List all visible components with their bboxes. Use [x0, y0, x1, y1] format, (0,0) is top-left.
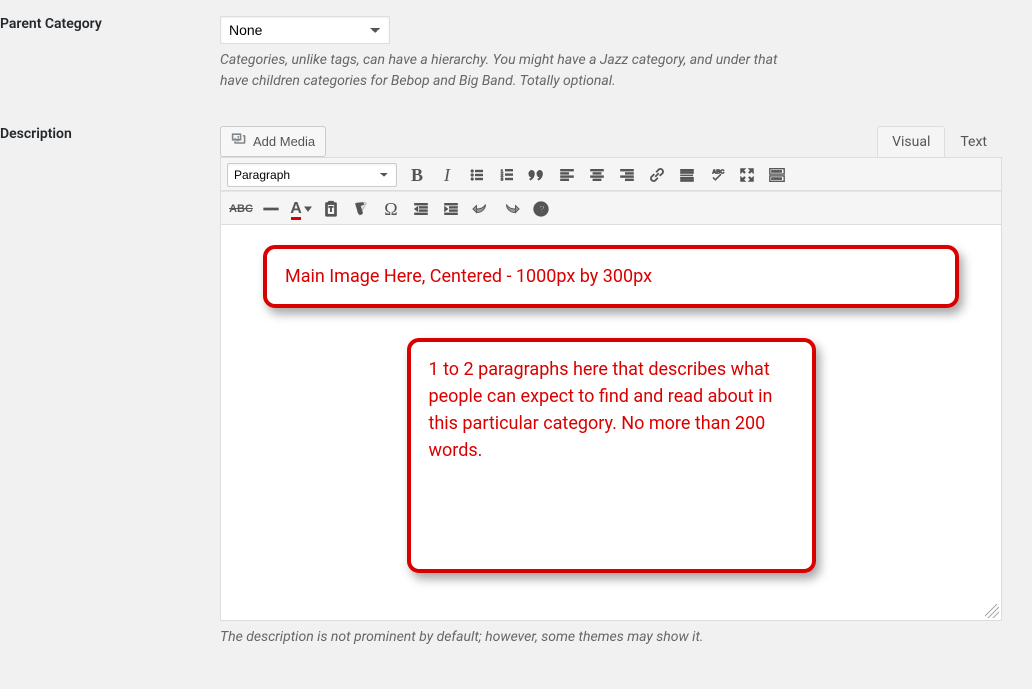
parent-category-help: Categories, unlike tags, can have a hier… — [220, 50, 780, 92]
toolbar-row-2: ABC A T Ω ? — [221, 191, 1001, 225]
parent-category-select[interactable]: None — [220, 16, 390, 44]
blockquote-icon[interactable] — [523, 162, 551, 188]
editor-canvas[interactable]: Main Image Here, Centered - 1000px by 30… — [221, 225, 1001, 620]
clear-format-icon[interactable] — [347, 196, 375, 222]
indent-icon[interactable] — [437, 196, 465, 222]
read-more-icon[interactable] — [673, 162, 701, 188]
help-icon[interactable]: ? — [527, 196, 555, 222]
toolbar-row-1: Paragraph B I 123 ABC — [221, 158, 1001, 191]
svg-text:T: T — [329, 205, 334, 214]
parent-category-row: Parent Category None Categories, unlike … — [0, 0, 1032, 110]
special-char-icon[interactable]: Ω — [377, 196, 405, 222]
add-media-label: Add Media — [253, 133, 315, 151]
parent-category-label: Parent Category — [0, 0, 220, 32]
description-label: Description — [0, 110, 220, 142]
add-media-button[interactable]: Add Media — [220, 126, 326, 157]
link-icon[interactable] — [643, 162, 671, 188]
align-center-icon[interactable] — [583, 162, 611, 188]
annotation-description-paragraphs: 1 to 2 paragraphs here that describes wh… — [407, 338, 816, 573]
svg-text:?: ? — [539, 205, 545, 216]
outdent-icon[interactable] — [407, 196, 435, 222]
annotation-main-image: Main Image Here, Centered - 1000px by 30… — [263, 245, 959, 308]
description-body: Add Media Visual Text Paragraph B I 123 — [220, 110, 1032, 645]
undo-icon[interactable] — [467, 196, 495, 222]
bullet-list-icon[interactable] — [463, 162, 491, 188]
block-format-select[interactable]: Paragraph — [227, 163, 397, 187]
rich-editor: Paragraph B I 123 ABC ABC A — [220, 157, 1002, 621]
resize-handle[interactable] — [985, 604, 999, 618]
align-right-icon[interactable] — [613, 162, 641, 188]
paste-text-icon[interactable]: T — [317, 196, 345, 222]
spellcheck-icon[interactable]: ABC — [703, 162, 731, 188]
description-row: Description Add Media Visual Text Paragr… — [0, 110, 1032, 645]
editor-top-bar: Add Media Visual Text — [220, 126, 1002, 157]
media-icon — [231, 131, 247, 152]
parent-category-body: None Categories, unlike tags, can have a… — [220, 0, 1032, 110]
horizontal-rule-icon[interactable] — [257, 196, 285, 222]
redo-icon[interactable] — [497, 196, 525, 222]
svg-text:3: 3 — [501, 177, 504, 183]
editor-tabs: Visual Text — [877, 126, 1002, 157]
numbered-list-icon[interactable]: 123 — [493, 162, 521, 188]
text-color-icon[interactable]: A — [287, 196, 315, 222]
toolbar-toggle-icon[interactable] — [763, 162, 791, 188]
description-help: The description is not prominent by defa… — [220, 629, 1002, 645]
fullscreen-icon[interactable] — [733, 162, 761, 188]
tab-visual[interactable]: Visual — [877, 126, 945, 157]
align-left-icon[interactable] — [553, 162, 581, 188]
tab-text[interactable]: Text — [945, 126, 1002, 157]
svg-text:ABC: ABC — [712, 169, 724, 175]
italic-icon[interactable]: I — [433, 162, 461, 188]
strikethrough-icon[interactable]: ABC — [227, 196, 255, 222]
bold-icon[interactable]: B — [403, 162, 431, 188]
